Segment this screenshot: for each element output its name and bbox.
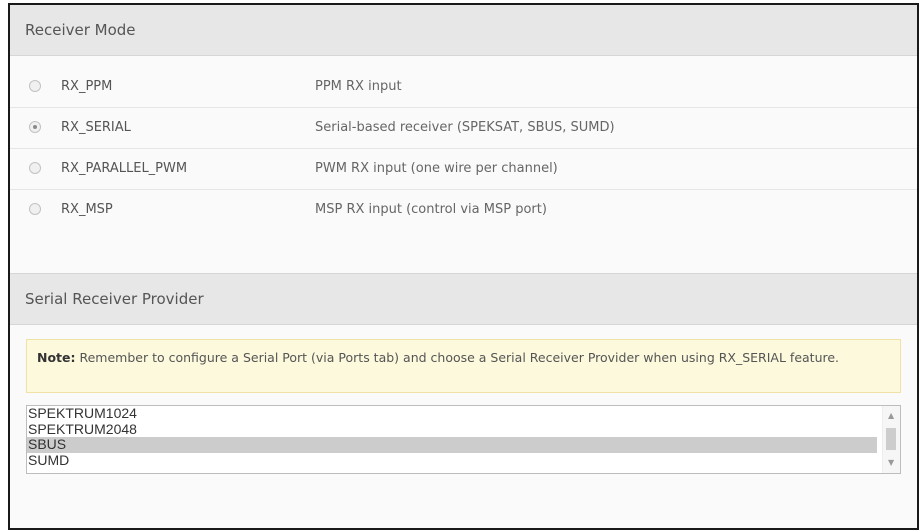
rx-option-description: MSP RX input (control via MSP port)	[315, 202, 547, 217]
serial-provider-header: Serial Receiver Provider	[10, 273, 917, 325]
serial-note-box: Note: Remember to configure a Serial Por…	[26, 339, 901, 393]
rx-option-description: PWM RX input (one wire per channel)	[315, 161, 558, 176]
provider-option[interactable]: SPEKTRUM2048	[27, 421, 877, 438]
rx-option-name: RX_PARALLEL_PWM	[61, 161, 188, 176]
rx-ppm-radio[interactable]	[29, 80, 41, 92]
rx-option-description: Serial-based receiver (SPEKSAT, SBUS, SU…	[315, 120, 615, 135]
receiver-mode-body: RX_PPM PPM RX input RX_SERIAL Serial-bas…	[10, 56, 917, 272]
note-label: Note:	[37, 350, 76, 365]
rx-option-row[interactable]: RX_PARALLEL_PWM PWM RX input (one wire p…	[10, 149, 917, 189]
provider-option-selected[interactable]: SBUS	[27, 436, 877, 453]
serial-provider-listbox[interactable]: SPEKTRUM1024 SPEKTRUM2048 SBUS SUMD ▲ ▼	[26, 405, 901, 474]
listbox-scrollbar[interactable]: ▲ ▼	[882, 406, 900, 473]
note-text: Remember to configure a Serial Port (via…	[75, 350, 840, 365]
provider-option[interactable]: SUMD	[27, 452, 877, 469]
rx-option-name: RX_MSP	[61, 202, 113, 217]
scroll-up-icon[interactable]: ▲	[888, 412, 894, 420]
rx-msp-radio[interactable]	[29, 203, 41, 215]
rx-option-row[interactable]: RX_MSP MSP RX input (control via MSP por…	[10, 190, 917, 230]
scroll-thumb[interactable]	[886, 428, 896, 450]
rx-option-row[interactable]: RX_PPM PPM RX input	[10, 67, 917, 107]
scroll-down-icon[interactable]: ▼	[888, 459, 894, 467]
rx-option-name: RX_PPM	[61, 79, 113, 94]
receiver-mode-header: Receiver Mode	[10, 5, 917, 56]
receiver-config-frame: Receiver Mode RX_PPM PPM RX input RX_SER…	[8, 3, 919, 530]
rx-option-description: PPM RX input	[315, 79, 402, 94]
rx-serial-radio[interactable]	[29, 121, 41, 133]
rx-parallel-pwm-radio[interactable]	[29, 162, 41, 174]
rx-option-name: RX_SERIAL	[61, 120, 131, 135]
rx-option-row[interactable]: RX_SERIAL Serial-based receiver (SPEKSAT…	[10, 108, 917, 148]
receiver-mode-title: Receiver Mode	[25, 21, 136, 39]
provider-option[interactable]: SPEKTRUM1024	[27, 406, 877, 422]
serial-provider-title: Serial Receiver Provider	[25, 290, 204, 308]
